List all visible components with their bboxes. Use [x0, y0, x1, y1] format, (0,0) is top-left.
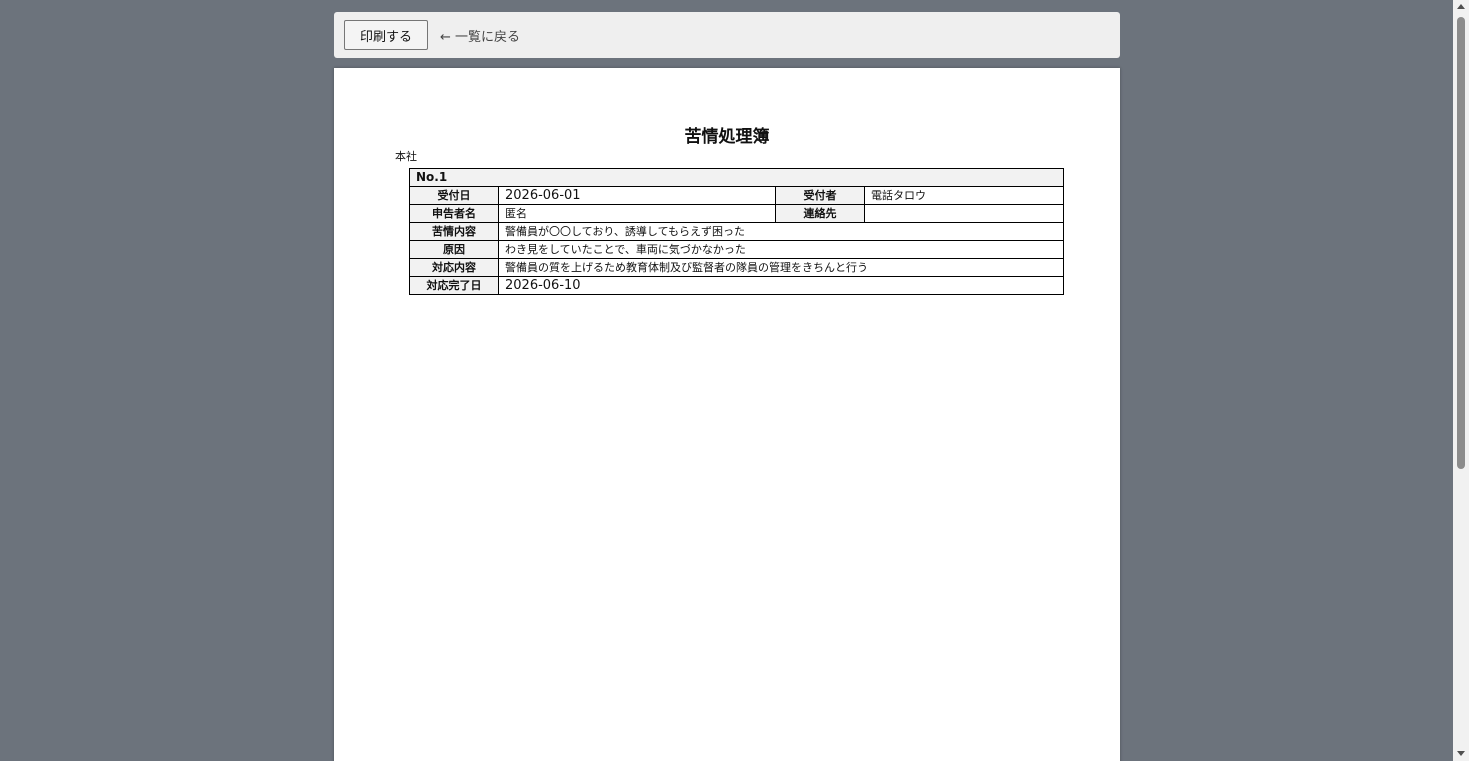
received-date-label: 受付日 — [409, 186, 499, 205]
applicant-label: 申告者名 — [409, 204, 499, 223]
vertical-scrollbar[interactable] — [1453, 0, 1469, 761]
contact-value — [864, 204, 1064, 223]
table-row: 対応内容 警備員の質を上げるため教育体制及び監督者の隊員の管理をきちんと行う — [409, 258, 1064, 277]
complaint-record-table: No.1 受付日 2026-06-01 受付者 電話タロウ 申告者名 匿名 連絡… — [409, 168, 1064, 295]
table-row: 対応完了日 2026-06-10 — [409, 276, 1064, 295]
complaint-value: 警備員が〇〇しており、誘導してもらえず困った — [498, 222, 1064, 241]
branch-label: 本社 — [395, 150, 417, 163]
document-page: 苦情処理簿 本社 No.1 受付日 2026-06-01 受付者 電話タロウ 申… — [334, 68, 1120, 761]
completion-date-value: 2026-06-10 — [498, 276, 1064, 295]
contact-label: 連絡先 — [775, 204, 865, 223]
back-to-list-link[interactable]: ← 一覧に戻る — [440, 26, 520, 45]
scroll-down-arrow-icon[interactable] — [1457, 751, 1465, 756]
print-button[interactable]: 印刷する — [344, 20, 429, 50]
receiver-value: 電話タロウ — [864, 186, 1064, 205]
record-number: No.1 — [409, 168, 1064, 187]
scroll-up-arrow-icon[interactable] — [1457, 4, 1465, 9]
response-value: 警備員の質を上げるため教育体制及び監督者の隊員の管理をきちんと行う — [498, 258, 1064, 277]
complaint-label: 苦情内容 — [409, 222, 499, 241]
cause-label: 原因 — [409, 240, 499, 259]
table-row: No.1 — [409, 168, 1064, 187]
viewport: 印刷する ← 一覧に戻る 苦情処理簿 本社 No.1 受付日 2026-06-0… — [0, 0, 1453, 761]
table-row: 申告者名 匿名 連絡先 — [409, 204, 1064, 223]
applicant-value: 匿名 — [498, 204, 776, 223]
document-title: 苦情処理簿 — [684, 127, 770, 147]
scrollbar-thumb[interactable] — [1457, 17, 1465, 469]
table-row: 受付日 2026-06-01 受付者 電話タロウ — [409, 186, 1064, 205]
table-row: 原因 わき見をしていたことで、車両に気づかなかった — [409, 240, 1064, 259]
table-row: 苦情内容 警備員が〇〇しており、誘導してもらえず困った — [409, 222, 1064, 241]
toolbar: 印刷する ← 一覧に戻る — [334, 12, 1120, 58]
cause-value: わき見をしていたことで、車両に気づかなかった — [498, 240, 1064, 259]
completion-date-label: 対応完了日 — [409, 276, 499, 295]
response-label: 対応内容 — [409, 258, 499, 277]
receiver-label: 受付者 — [775, 186, 865, 205]
received-date-value: 2026-06-01 — [498, 186, 776, 205]
